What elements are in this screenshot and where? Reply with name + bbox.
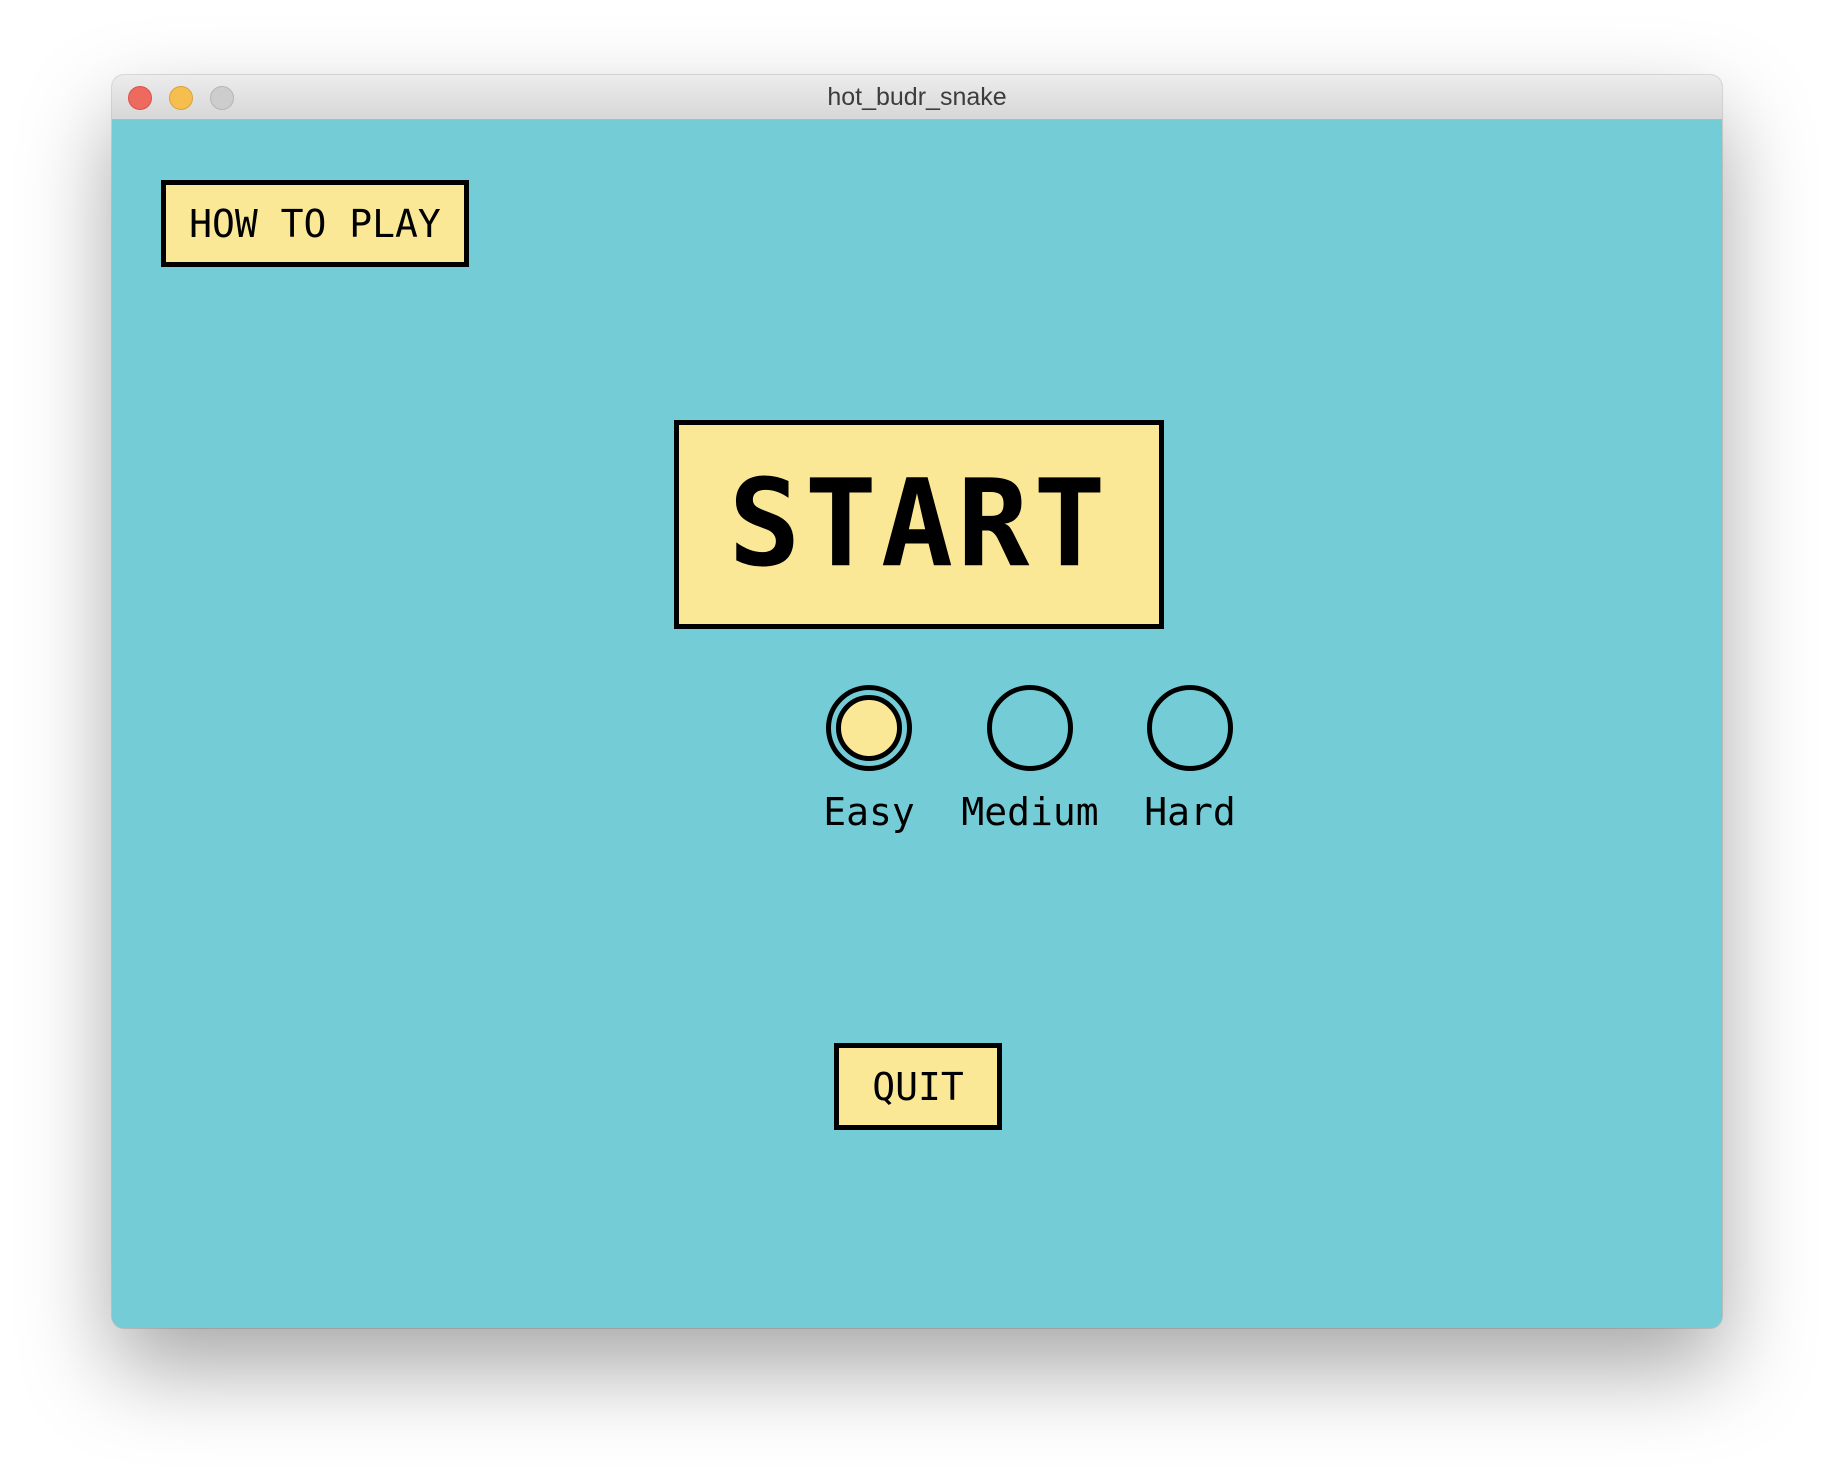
how-to-play-button[interactable]: HOW TO PLAY — [161, 180, 469, 267]
hard-label: Hard — [1144, 790, 1236, 834]
title-bar: hot_budr_snake — [112, 75, 1722, 120]
start-button[interactable]: START — [674, 420, 1164, 629]
radio-selected-dot — [836, 695, 902, 761]
difficulty-option-medium[interactable]: Medium — [950, 685, 1110, 834]
window-title: hot_budr_snake — [827, 83, 1007, 111]
app-window: hot_budr_snake HOW TO PLAY START Easy Me… — [112, 75, 1722, 1328]
difficulty-option-hard[interactable]: Hard — [1110, 685, 1270, 834]
easy-radio[interactable] — [826, 685, 912, 771]
game-menu: HOW TO PLAY START Easy Medium Hard QUIT — [112, 120, 1722, 1328]
medium-radio[interactable] — [987, 685, 1073, 771]
easy-label: Easy — [823, 790, 915, 834]
difficulty-option-easy[interactable]: Easy — [789, 685, 949, 834]
medium-label: Medium — [961, 790, 1099, 834]
hard-radio[interactable] — [1147, 685, 1233, 771]
quit-button[interactable]: QUIT — [834, 1043, 1002, 1130]
